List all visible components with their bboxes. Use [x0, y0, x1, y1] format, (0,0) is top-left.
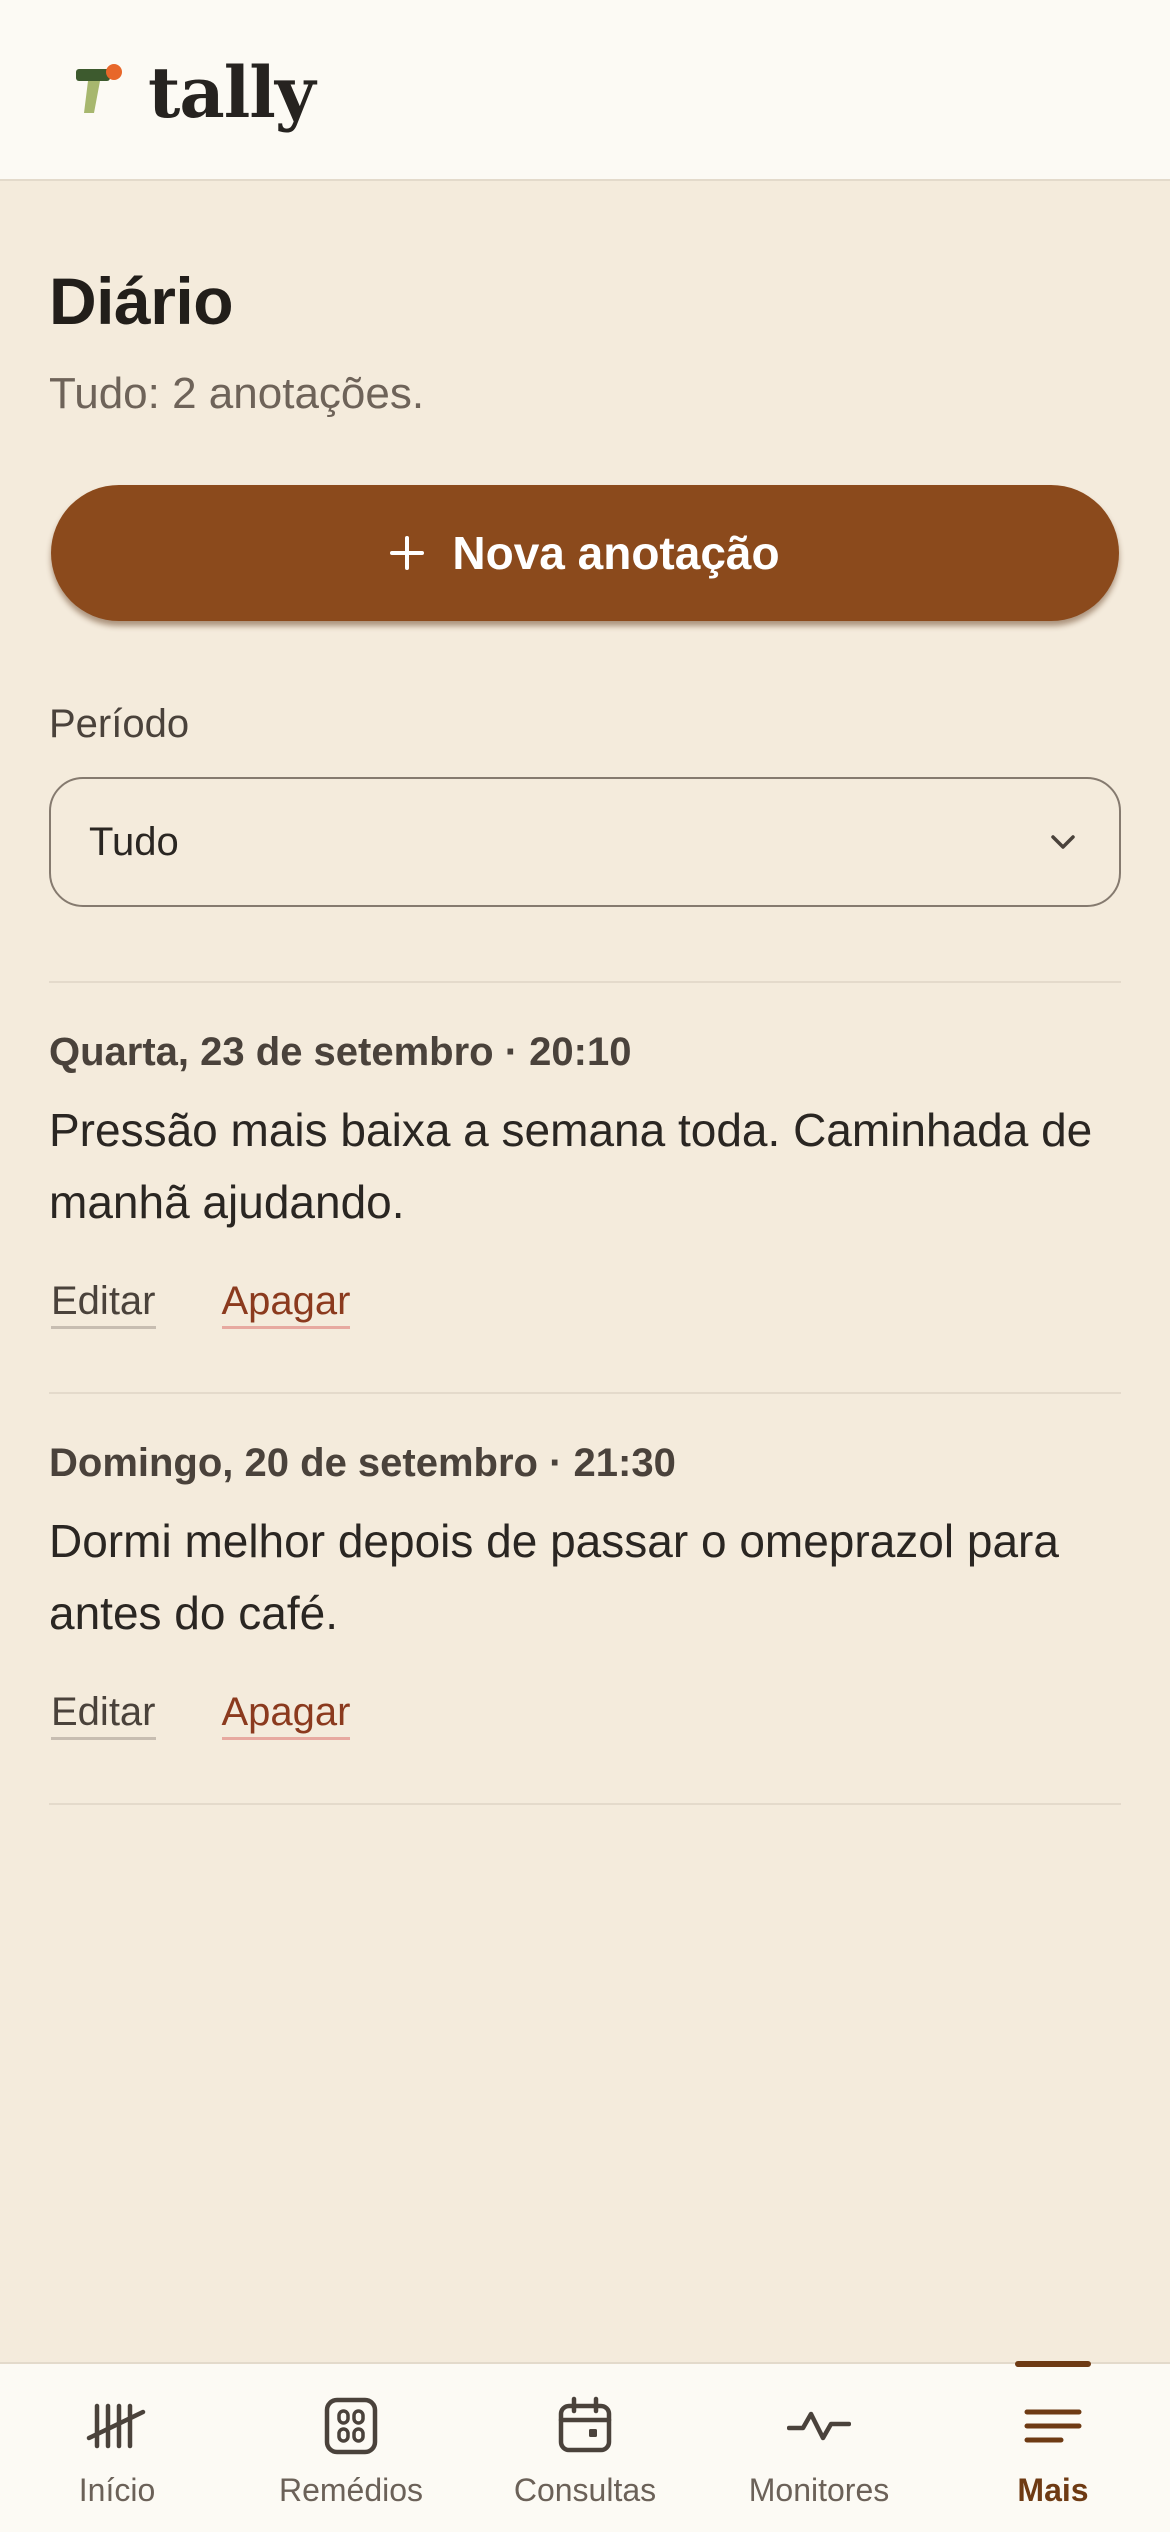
entry-text: Dormi melhor depois de passar o omeprazo…	[49, 1515, 1059, 1639]
period-label: Período	[49, 702, 190, 746]
chevron-down-icon	[1051, 835, 1075, 849]
period-select[interactable]: Tudo	[49, 777, 1121, 907]
entry-text: Pressão mais baixa a semana toda. Caminh…	[49, 1104, 1093, 1228]
entry-actions: Editar Apagar	[51, 1690, 351, 1740]
tab-label: Início	[78, 2472, 156, 2508]
edit-entry-link[interactable]: Editar	[51, 1279, 156, 1329]
tab-mais[interactable]: Mais	[936, 2361, 1170, 2532]
pill-box-icon	[324, 2397, 378, 2455]
calendar-icon	[558, 2396, 612, 2453]
page-subtitle: Tudo: 2 anotações.	[49, 369, 425, 418]
tally-logo-icon	[72, 63, 126, 121]
tab-label: Consultas	[513, 2472, 657, 2508]
edit-entry-link[interactable]: Editar	[51, 1690, 156, 1740]
period-select-value: Tudo	[89, 819, 179, 864]
tab-label: Remédios	[278, 2472, 424, 2508]
divider	[49, 1392, 1121, 1394]
new-entry-button[interactable]: Nova anotação	[51, 485, 1119, 621]
entry-actions: Editar Apagar	[51, 1279, 351, 1329]
tab-inicio[interactable]: Início	[0, 2364, 234, 2532]
app-header: tally	[0, 0, 1170, 181]
delete-entry-link[interactable]: Apagar	[221, 1279, 351, 1329]
tab-label: Monitores	[748, 2472, 890, 2508]
delete-entry-link[interactable]: Apagar	[221, 1690, 351, 1740]
bottom-tab-bar: Início Remédios Consultas Monitores Mais	[0, 2361, 1170, 2532]
tally-marks-icon	[86, 2403, 146, 2449]
entry-date: Domingo, 20 de setembro · 21:30	[49, 1441, 676, 1485]
page-title: Diário	[49, 264, 234, 338]
pulse-icon	[787, 2411, 851, 2441]
tab-remedios[interactable]: Remédios	[234, 2364, 468, 2532]
app-name: tally	[148, 51, 316, 134]
tab-monitores[interactable]: Monitores	[702, 2364, 936, 2532]
menu-icon	[1024, 2409, 1082, 2443]
divider	[49, 981, 1121, 983]
active-tab-indicator	[1015, 2361, 1091, 2367]
entry-date: Quarta, 23 de setembro · 20:10	[49, 1030, 632, 1074]
new-entry-button-label: Nova anotação	[452, 527, 780, 579]
divider	[49, 1803, 1121, 1805]
tab-consultas[interactable]: Consultas	[468, 2364, 702, 2532]
app-logo[interactable]: tally	[72, 51, 316, 134]
plus-icon	[390, 536, 425, 570]
tab-label: Mais	[1017, 2472, 1089, 2508]
